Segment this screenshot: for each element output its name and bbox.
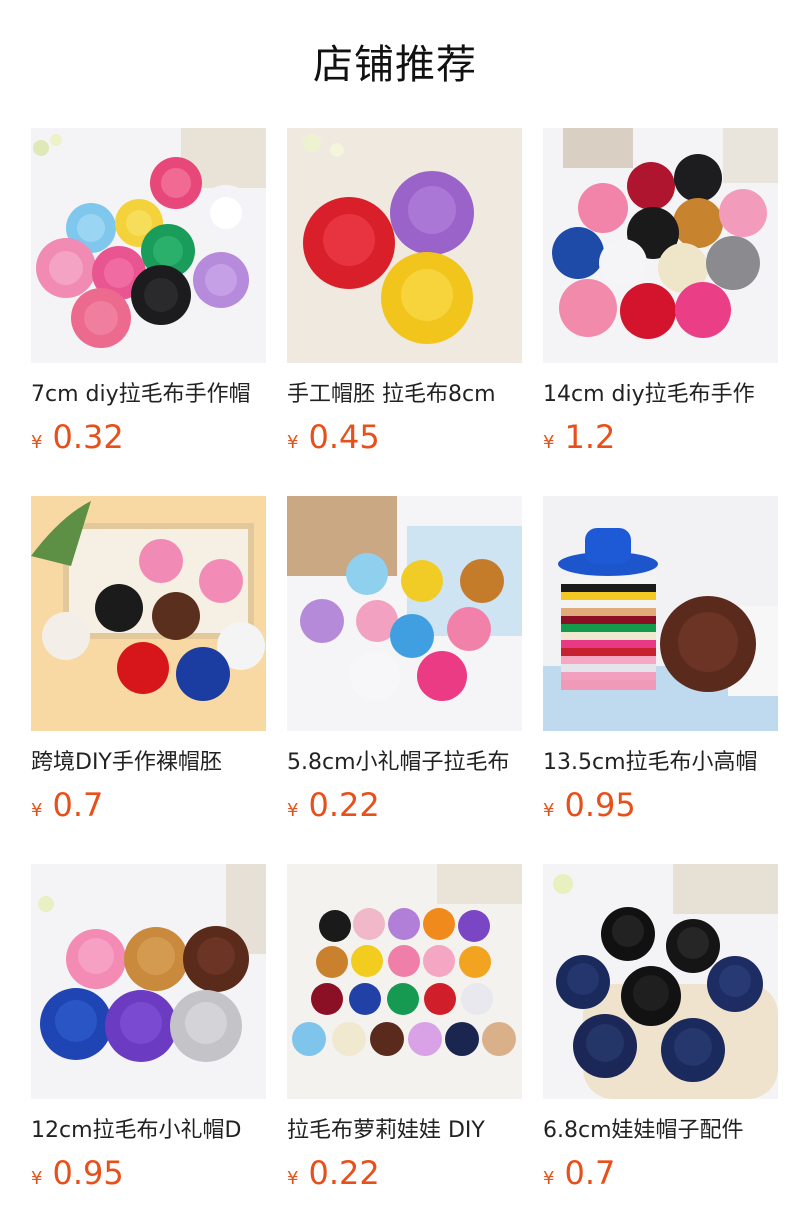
price-amount: 0.45 xyxy=(308,418,380,456)
product-card[interactable]: 13.5cm拉毛布小高帽 ¥ 0.95 xyxy=(543,496,778,864)
product-name[interactable]: 拉毛布萝莉娃娃 DIY xyxy=(287,1116,522,1146)
product-name[interactable]: 12cm拉毛布小礼帽D xyxy=(31,1116,266,1146)
currency-symbol: ¥ xyxy=(31,432,43,453)
price-amount: 1.2 xyxy=(564,418,616,456)
product-price: ¥ 1.2 xyxy=(543,418,778,456)
product-card[interactable]: 6.8cm娃娃帽子配件 ¥ 0.7 xyxy=(543,864,778,1232)
product-image[interactable] xyxy=(31,128,266,363)
product-grid: 7cm diy拉毛布手作帽 ¥ 0.32 手工帽胚 拉毛布8cm ¥ 0.45 xyxy=(31,128,790,1232)
product-name[interactable]: 13.5cm拉毛布小高帽 xyxy=(543,748,778,778)
product-image[interactable] xyxy=(31,496,266,731)
product-image[interactable] xyxy=(31,864,266,1099)
price-amount: 0.22 xyxy=(308,786,380,824)
product-name[interactable]: 14cm diy拉毛布手作 xyxy=(543,380,778,410)
product-image[interactable] xyxy=(287,128,522,363)
product-name[interactable]: 跨境DIY手作裸帽胚 xyxy=(31,748,266,778)
currency-symbol: ¥ xyxy=(543,800,555,821)
product-card[interactable]: 14cm diy拉毛布手作 ¥ 1.2 xyxy=(543,128,778,496)
product-image[interactable] xyxy=(287,496,522,731)
product-row: 12cm拉毛布小礼帽D ¥ 0.95 拉毛布萝莉娃娃 DIY ¥ 0.22 6.… xyxy=(31,864,790,1232)
product-image[interactable] xyxy=(543,128,778,363)
product-name[interactable]: 7cm diy拉毛布手作帽 xyxy=(31,380,266,410)
product-image[interactable] xyxy=(287,864,522,1099)
product-price: ¥ 0.22 xyxy=(287,786,522,824)
product-card[interactable]: 手工帽胚 拉毛布8cm ¥ 0.45 xyxy=(287,128,522,496)
currency-symbol: ¥ xyxy=(287,800,299,821)
product-price: ¥ 0.45 xyxy=(287,418,522,456)
product-card[interactable]: 7cm diy拉毛布手作帽 ¥ 0.32 xyxy=(31,128,266,496)
currency-symbol: ¥ xyxy=(543,1168,555,1189)
product-card[interactable]: 5.8cm小礼帽子拉毛布 ¥ 0.22 xyxy=(287,496,522,864)
price-amount: 0.95 xyxy=(52,1154,124,1192)
product-image[interactable] xyxy=(543,864,778,1099)
section-header: 店铺推荐 xyxy=(0,0,790,128)
product-card[interactable]: 拉毛布萝莉娃娃 DIY ¥ 0.22 xyxy=(287,864,522,1232)
product-row: 7cm diy拉毛布手作帽 ¥ 0.32 手工帽胚 拉毛布8cm ¥ 0.45 xyxy=(31,128,790,496)
product-price: ¥ 0.32 xyxy=(31,418,266,456)
product-price: ¥ 0.95 xyxy=(31,1154,266,1192)
product-name[interactable]: 5.8cm小礼帽子拉毛布 xyxy=(287,748,522,778)
product-card[interactable]: 12cm拉毛布小礼帽D ¥ 0.95 xyxy=(31,864,266,1232)
currency-symbol: ¥ xyxy=(31,800,43,821)
product-row: 跨境DIY手作裸帽胚 ¥ 0.7 5.8cm小礼帽子拉毛布 ¥ 0.22 13.… xyxy=(31,496,790,864)
currency-symbol: ¥ xyxy=(287,432,299,453)
price-amount: 0.95 xyxy=(564,786,636,824)
price-amount: 0.22 xyxy=(308,1154,380,1192)
product-card[interactable]: 跨境DIY手作裸帽胚 ¥ 0.7 xyxy=(31,496,266,864)
price-amount: 0.32 xyxy=(52,418,124,456)
product-price: ¥ 0.7 xyxy=(543,1154,778,1192)
product-name[interactable]: 手工帽胚 拉毛布8cm xyxy=(287,380,522,410)
currency-symbol: ¥ xyxy=(31,1168,43,1189)
product-price: ¥ 0.95 xyxy=(543,786,778,824)
product-image[interactable] xyxy=(543,496,778,731)
price-amount: 0.7 xyxy=(564,1154,616,1192)
product-name[interactable]: 6.8cm娃娃帽子配件 xyxy=(543,1116,778,1146)
currency-symbol: ¥ xyxy=(543,432,555,453)
section-title: 店铺推荐 xyxy=(313,42,477,88)
product-price: ¥ 0.22 xyxy=(287,1154,522,1192)
price-amount: 0.7 xyxy=(52,786,104,824)
product-price: ¥ 0.7 xyxy=(31,786,266,824)
currency-symbol: ¥ xyxy=(287,1168,299,1189)
